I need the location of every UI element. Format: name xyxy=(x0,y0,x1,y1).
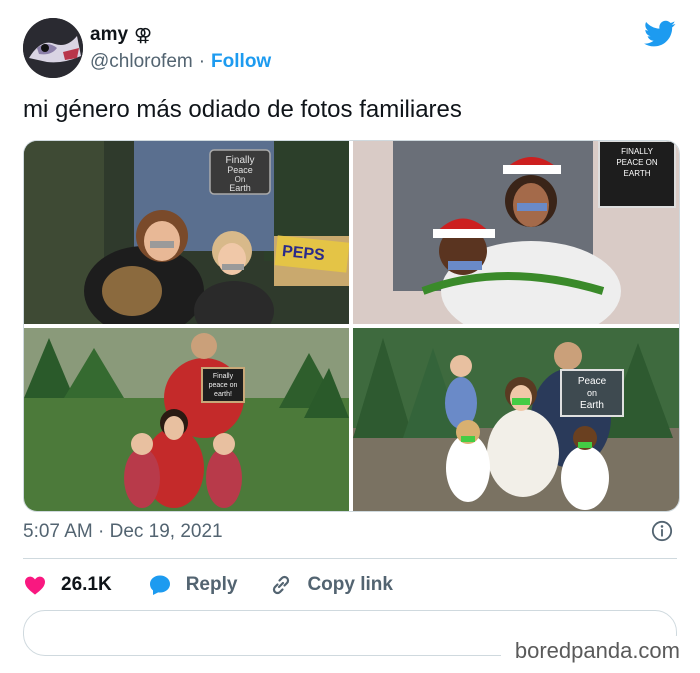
photo-2-sign-line-3: EARTH xyxy=(624,169,651,178)
photo-3[interactable]: Finally peace on earth! xyxy=(24,328,349,511)
twitter-bird-icon[interactable] xyxy=(644,20,676,48)
divider xyxy=(23,558,677,559)
like-button[interactable]: 26.1K xyxy=(23,573,112,597)
photo-1-sign-line-4: Earth xyxy=(229,183,251,193)
handle-separator: · xyxy=(198,51,206,72)
photo-grid: PEPS Finally Peace On Earth FINALLY PEAC… xyxy=(23,140,680,512)
copy-link-button[interactable]: Copy link xyxy=(269,573,393,597)
reply-bubble-icon xyxy=(149,575,170,595)
photo-2[interactable]: FINALLY PEACE ON EARTH xyxy=(353,141,679,324)
avatar[interactable] xyxy=(23,18,83,78)
photo-1-sign-line-2: Peace xyxy=(227,165,253,175)
follow-button[interactable]: Follow xyxy=(211,51,271,73)
tweet-timestamp[interactable]: 5:07 AM · Dec 19, 2021 xyxy=(23,521,223,543)
like-count: 26.1K xyxy=(61,574,112,595)
reply-label: Reply xyxy=(185,574,238,595)
action-bar: 26.1K Reply Copy link xyxy=(23,570,393,600)
photo-3-sign-line-3: earth! xyxy=(214,391,232,398)
author-symbol: ⚢ xyxy=(134,24,153,45)
heart-icon xyxy=(25,576,45,595)
photo-4-sign-line-2: on xyxy=(587,388,597,398)
tweet-text: mi género más odiado de fotos familiares xyxy=(23,96,462,123)
photo-2-sign-line-1: FINALLY xyxy=(621,147,654,156)
photo-3-sign-line-1: Finally xyxy=(213,373,234,380)
photo-4[interactable]: Peace on Earth xyxy=(353,328,679,511)
reply-button[interactable]: Reply xyxy=(148,573,238,597)
photo-2-sign-line-2: PEACE ON xyxy=(616,158,658,167)
photo-3-sign-line-2: peace on xyxy=(209,382,238,389)
photo-4-sign-line-1: Peace xyxy=(578,376,607,387)
link-icon xyxy=(273,575,290,595)
watermark: boredpanda.com xyxy=(500,636,684,670)
photo-4-sign-line-3: Earth xyxy=(580,400,604,411)
tweet-card: amy ⚢ @chlorofem · Follow mi género más … xyxy=(0,0,700,673)
copy-link-label: Copy link xyxy=(307,574,393,595)
author-name[interactable]: amy xyxy=(90,24,128,46)
author-handle[interactable]: @chlorofem xyxy=(90,51,193,73)
info-icon[interactable] xyxy=(651,520,673,542)
photo-1[interactable]: PEPS Finally Peace On Earth xyxy=(24,141,349,324)
